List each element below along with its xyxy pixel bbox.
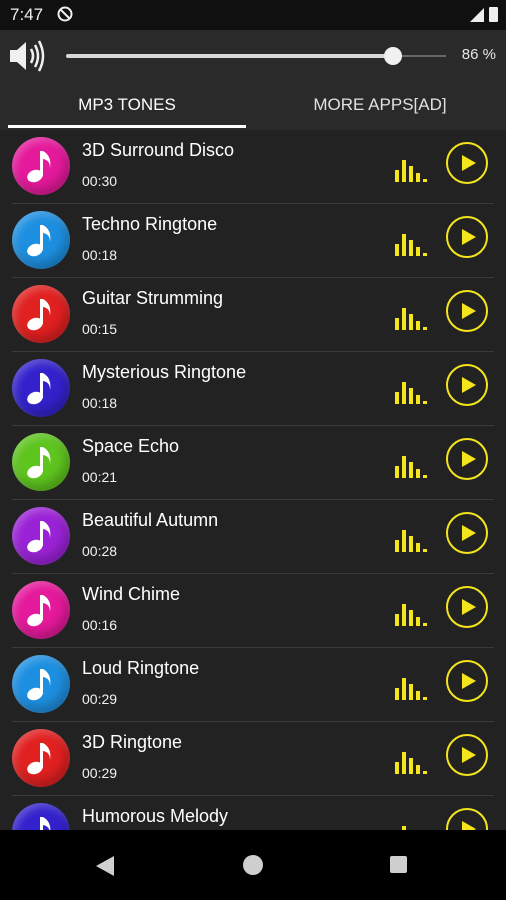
music-note-icon: [12, 211, 70, 269]
play-icon: [462, 303, 476, 319]
ringtone-title: Loud Ringtone: [82, 658, 200, 678]
music-note-icon: [12, 285, 70, 343]
battery-icon: [489, 7, 498, 22]
play-button[interactable]: [446, 808, 488, 830]
ringtone-duration: 00:16: [82, 617, 118, 633]
music-note-icon: [12, 359, 70, 417]
ringtone-row[interactable]: Humorous Melody: [0, 796, 506, 830]
dnd-icon: [57, 6, 73, 22]
music-note-icon: [12, 729, 70, 787]
play-icon: [462, 821, 476, 830]
equalizer-icon[interactable]: [395, 378, 427, 404]
volume-slider-thumb[interactable]: [384, 47, 402, 65]
ringtone-duration: 00:21: [82, 469, 118, 485]
ringtone-duration: 00:28: [82, 543, 118, 559]
equalizer-icon[interactable]: [395, 304, 427, 330]
ringtone-title: Beautiful Autumn: [82, 510, 219, 530]
home-icon[interactable]: [243, 855, 263, 875]
play-button[interactable]: [446, 438, 488, 480]
ringtone-title: Wind Chime: [82, 584, 181, 604]
ringtone-title: Mysterious Ringtone: [82, 362, 247, 382]
system-nav-bar: [0, 830, 506, 900]
volume-slider-track[interactable]: [66, 54, 393, 58]
ringtone-title: Space Echo: [82, 436, 180, 456]
play-button[interactable]: [446, 142, 488, 184]
music-note-icon: [12, 581, 70, 639]
music-note-icon: [12, 137, 70, 195]
equalizer-icon[interactable]: [395, 748, 427, 774]
ringtone-title: Guitar Strumming: [82, 288, 224, 308]
equalizer-icon[interactable]: [395, 600, 427, 626]
music-note-icon: [12, 655, 70, 713]
equalizer-icon[interactable]: [395, 156, 427, 182]
ringtone-row[interactable]: 3D Surround Disco 00:30: [0, 130, 506, 204]
ringtone-row[interactable]: 3D Ringtone 00:29: [0, 722, 506, 796]
status-time: 7:47: [10, 5, 44, 24]
ringtone-list[interactable]: 3D Surround Disco 00:30 Techno Ringtone …: [0, 130, 506, 830]
ringtone-duration: 00:18: [82, 247, 118, 263]
equalizer-icon[interactable]: [395, 452, 427, 478]
recents-icon[interactable]: [390, 856, 407, 873]
play-icon: [462, 525, 476, 541]
ringtone-duration: 00:29: [82, 691, 118, 707]
play-button[interactable]: [446, 216, 488, 258]
play-button[interactable]: [446, 660, 488, 702]
ringtone-title: 3D Ringtone: [82, 732, 183, 752]
play-button[interactable]: [446, 734, 488, 776]
ringtone-duration: 00:15: [82, 321, 118, 337]
equalizer-icon[interactable]: [395, 230, 427, 256]
volume-control: 86 %: [0, 30, 506, 82]
ringtone-title: Humorous Melody: [82, 806, 229, 826]
speaker-icon[interactable]: [8, 38, 46, 74]
play-icon: [462, 599, 476, 615]
tab-more-apps[interactable]: MORE APPS[AD]: [260, 82, 500, 130]
tab-indicator: [8, 125, 246, 128]
play-button[interactable]: [446, 512, 488, 554]
volume-percent: 86 %: [461, 46, 496, 63]
ringtone-row[interactable]: Wind Chime 00:16: [0, 574, 506, 648]
play-icon: [462, 673, 476, 689]
ringtone-row[interactable]: Mysterious Ringtone 00:18: [0, 352, 506, 426]
ringtone-duration: 00:30: [82, 173, 118, 189]
equalizer-icon[interactable]: [395, 526, 427, 552]
tab-bar: MP3 TONES MORE APPS[AD]: [0, 82, 506, 130]
play-icon: [462, 451, 476, 467]
play-icon: [462, 377, 476, 393]
play-button[interactable]: [446, 290, 488, 332]
ringtone-row[interactable]: Techno Ringtone 00:18: [0, 204, 506, 278]
play-icon: [462, 229, 476, 245]
ringtone-row[interactable]: Space Echo 00:21: [0, 426, 506, 500]
ringtone-duration: 00:29: [82, 765, 118, 781]
equalizer-icon[interactable]: [395, 674, 427, 700]
back-icon[interactable]: [96, 856, 114, 876]
ringtone-row[interactable]: Beautiful Autumn 00:28: [0, 500, 506, 574]
play-button[interactable]: [446, 586, 488, 628]
ringtone-duration: 00:18: [82, 395, 118, 411]
ringtone-title: Techno Ringtone: [82, 214, 218, 234]
ringtone-row[interactable]: Guitar Strumming 00:15: [0, 278, 506, 352]
equalizer-icon[interactable]: [395, 822, 427, 830]
status-bar: 7:47: [0, 0, 506, 30]
ringtone-row[interactable]: Loud Ringtone 00:29: [0, 648, 506, 722]
music-note-icon: [12, 803, 70, 830]
signal-icon: [470, 8, 484, 22]
play-icon: [462, 747, 476, 763]
music-note-icon: [12, 433, 70, 491]
music-note-icon: [12, 507, 70, 565]
play-button[interactable]: [446, 364, 488, 406]
play-icon: [462, 155, 476, 171]
ringtone-title: 3D Surround Disco: [82, 140, 235, 160]
tab-mp3-tones[interactable]: MP3 TONES: [8, 82, 246, 130]
